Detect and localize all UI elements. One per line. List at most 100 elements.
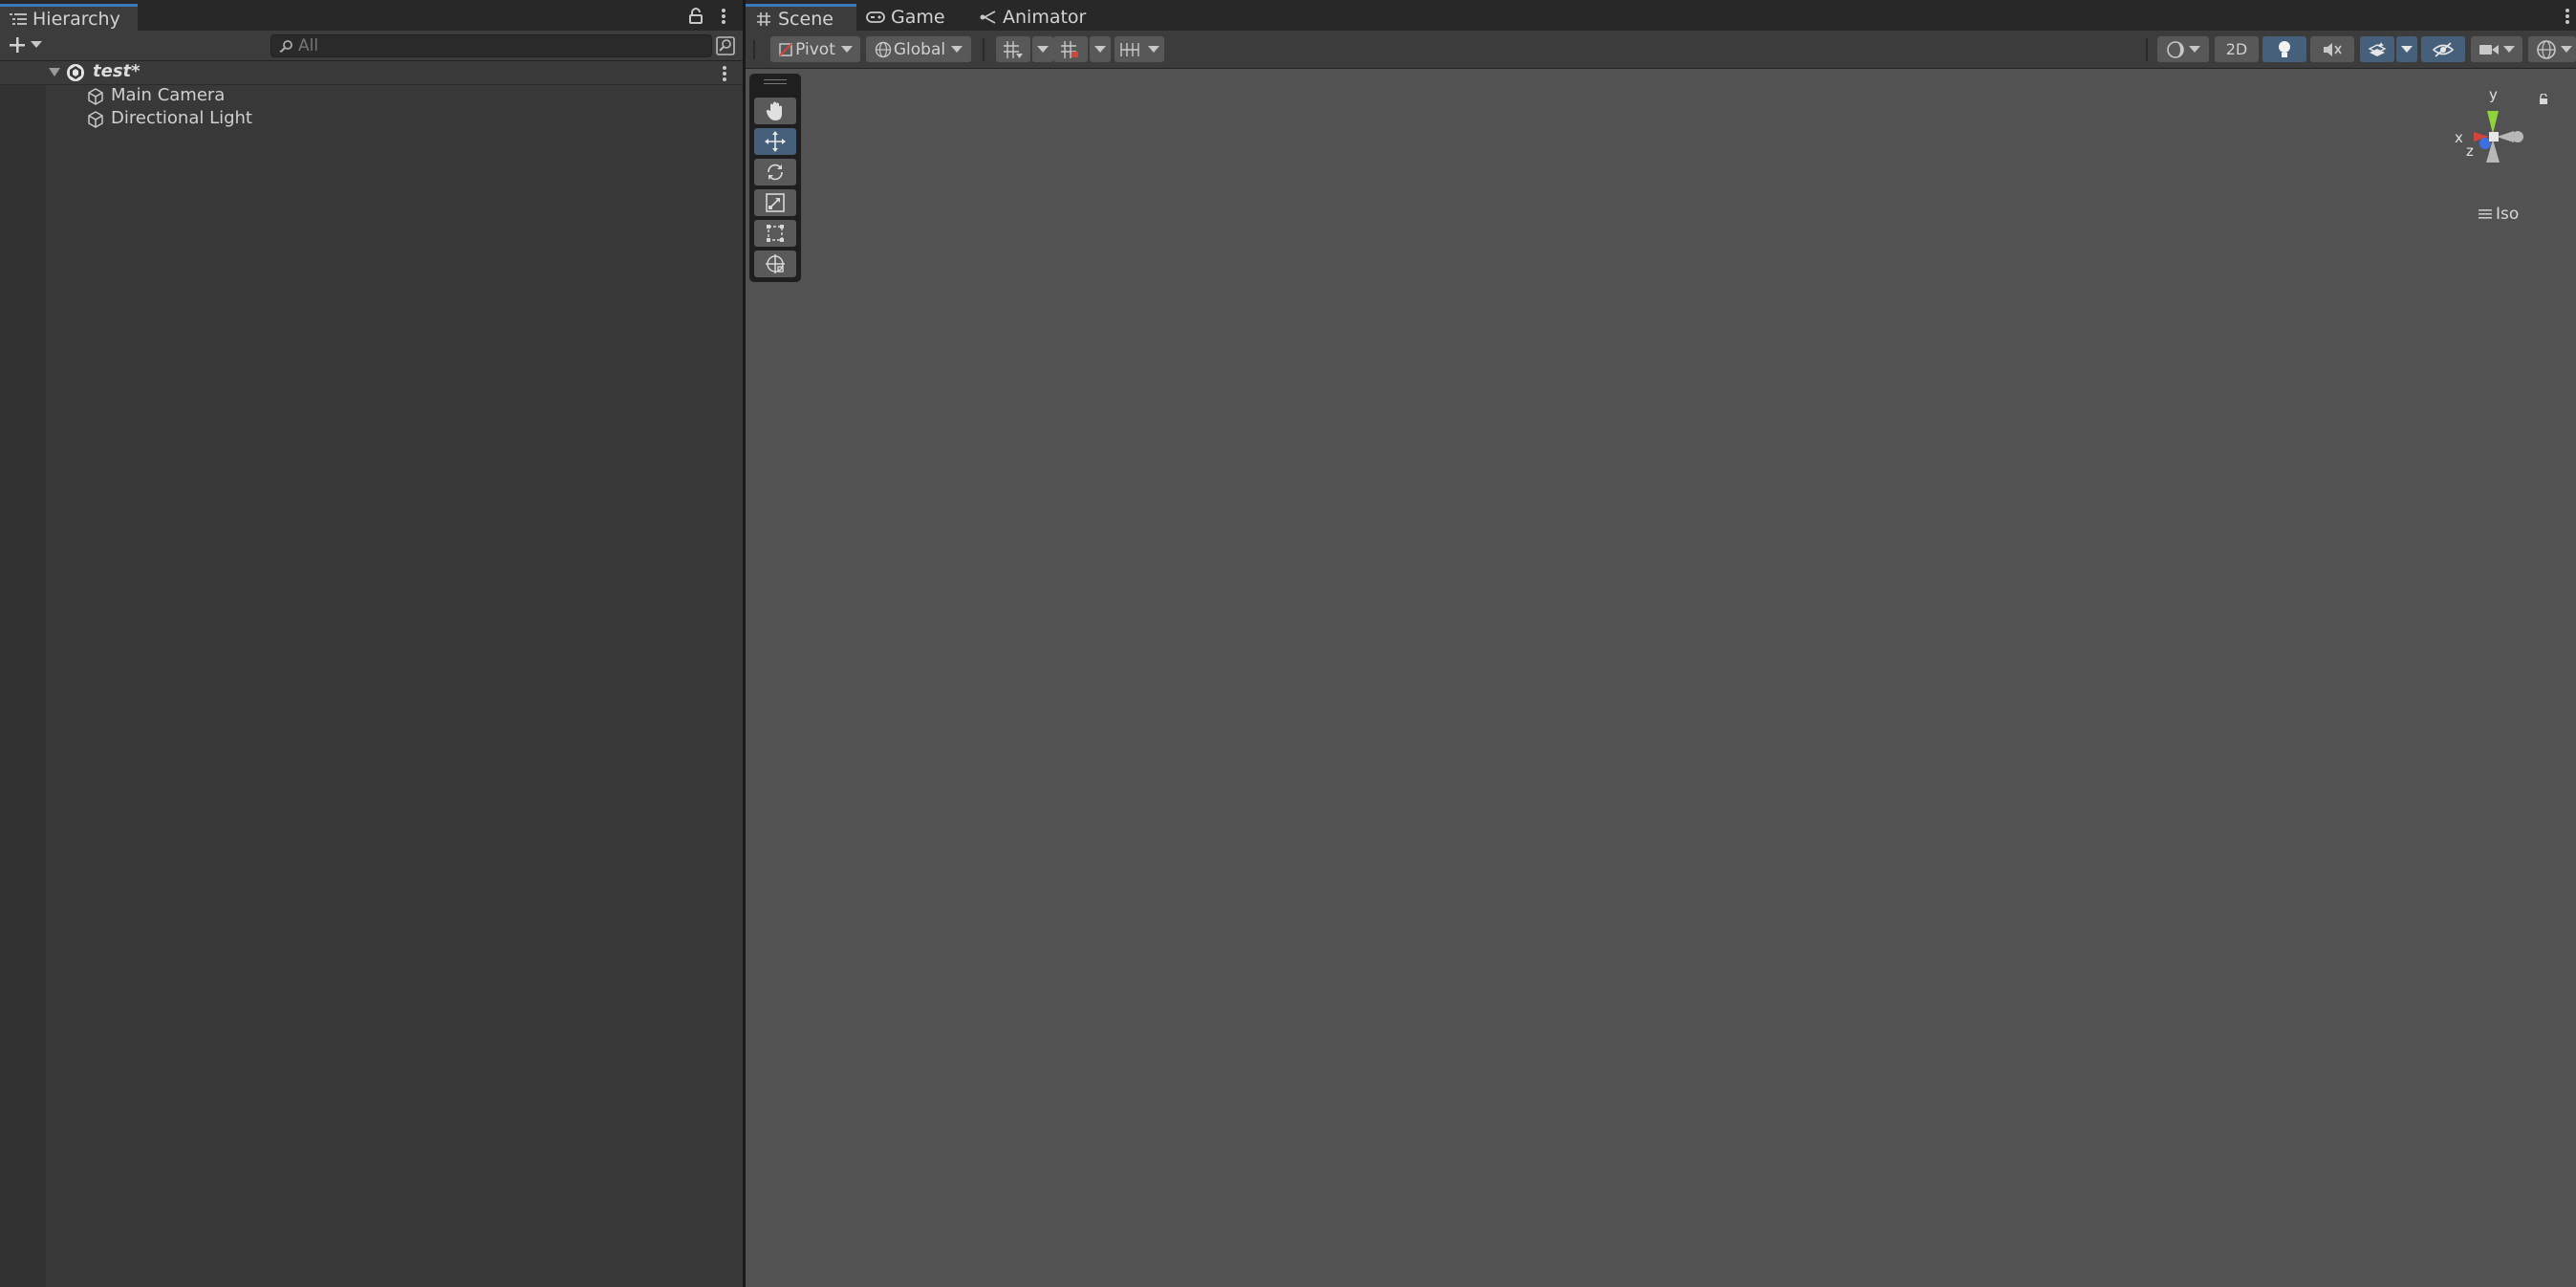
move-tool-button[interactable] xyxy=(754,128,796,155)
chevron-down-icon xyxy=(31,41,42,49)
gizmos-dropdown[interactable] xyxy=(2528,36,2576,62)
pivot-label: Pivot xyxy=(795,39,835,59)
light-icon xyxy=(2277,40,2292,59)
scene-viewport[interactable] xyxy=(746,69,2576,1287)
shading-icon xyxy=(2166,40,2185,59)
create-button[interactable] xyxy=(8,35,42,55)
camera-icon xyxy=(2479,43,2500,56)
hierarchy-search-field[interactable] xyxy=(271,34,712,57)
gizmos-icon xyxy=(2536,39,2557,60)
scene-row[interactable]: test* xyxy=(0,61,743,85)
projection-toggle[interactable]: Iso xyxy=(2479,205,2519,224)
gizmo-y-axis[interactable] xyxy=(2487,111,2499,134)
2d-mode-button[interactable]: 2D xyxy=(2215,36,2259,62)
orientation-gizmo[interactable]: y x z xyxy=(2447,84,2552,189)
effects-icon xyxy=(2368,41,2387,58)
chevron-down-icon xyxy=(1148,45,1159,54)
lock-icon[interactable] xyxy=(689,8,703,24)
tab-animator[interactable]: Animator xyxy=(965,4,1099,31)
chevron-down-icon xyxy=(1037,45,1049,54)
hierarchy-toolbar xyxy=(0,31,743,61)
gizmo-center[interactable] xyxy=(2489,132,2499,142)
move-tool-icon xyxy=(764,130,787,153)
rect-tool-icon xyxy=(765,223,786,244)
grid-visibility-dropdown[interactable] xyxy=(1090,36,1111,62)
grid-snap-button[interactable] xyxy=(996,36,1030,62)
scale-tool-button[interactable] xyxy=(754,189,796,216)
hierarchy-tab[interactable]: Hierarchy xyxy=(0,4,138,31)
chevron-down-icon xyxy=(1094,45,1106,54)
toolbar-grip[interactable] xyxy=(753,40,755,59)
chevron-down-icon xyxy=(2503,45,2515,54)
grid-icon xyxy=(1060,40,1081,59)
transform-tool-icon xyxy=(764,252,787,275)
hierarchy-tab-label: Hierarchy xyxy=(32,8,120,30)
visibility-icon xyxy=(2432,41,2455,58)
rotate-tool-button[interactable] xyxy=(754,159,796,185)
tab-scene[interactable]: Scene xyxy=(746,4,856,31)
scene-visibility-button[interactable] xyxy=(2421,36,2465,62)
transform-tool-button[interactable] xyxy=(754,251,796,277)
kebab-icon[interactable] xyxy=(2565,8,2570,25)
tab-label: Scene xyxy=(778,8,833,30)
scale-tool-icon xyxy=(765,192,786,213)
snap-increment-button[interactable] xyxy=(1115,36,1164,62)
scene-audio-button[interactable] xyxy=(2310,36,2354,62)
search-input[interactable] xyxy=(294,36,681,55)
foldout-arrow-icon[interactable] xyxy=(49,68,60,77)
gameobject-icon xyxy=(86,87,105,106)
gizmo-x-label: x xyxy=(2455,129,2463,146)
chevron-down-icon xyxy=(2189,45,2200,54)
hierarchy-gutter xyxy=(0,61,46,1287)
tools-overlay xyxy=(749,74,801,282)
list-icon xyxy=(10,12,27,26)
rect-tool-button[interactable] xyxy=(754,220,796,247)
draw-mode-dropdown[interactable] xyxy=(2157,36,2209,62)
tab-label: Game xyxy=(891,7,945,28)
menu-icon xyxy=(2479,208,2492,220)
scene-toolbar: Pivot Global 2D xyxy=(746,31,2576,69)
hash-icon xyxy=(757,11,770,26)
pivot-dropdown[interactable]: Pivot xyxy=(770,36,860,62)
chevron-down-icon xyxy=(840,45,853,54)
toolbar-separator xyxy=(2146,38,2148,61)
tab-label: Animator xyxy=(1003,7,1087,28)
grid-visibility-button[interactable] xyxy=(1053,36,1088,62)
hand-tool-icon xyxy=(765,100,786,121)
scene-panel: Scene Game Animator Pivot Global 2D y x … xyxy=(746,0,2576,1287)
hierarchy-panel: Hierarchy All test* Main Camera Directio… xyxy=(0,0,743,1287)
hierarchy-item-main-camera[interactable]: Main Camera xyxy=(0,85,743,108)
hand-tool-button[interactable] xyxy=(754,98,796,124)
projection-label: Iso xyxy=(2496,205,2520,224)
pivot-icon xyxy=(778,42,793,57)
global-dropdown[interactable]: Global xyxy=(866,36,971,62)
overlay-grip[interactable] xyxy=(764,79,787,84)
gizmo-lock-icon[interactable] xyxy=(2539,94,2548,105)
gizmo-neg-x-axis[interactable] xyxy=(2497,131,2523,142)
hierarchy-item-label: Main Camera xyxy=(111,85,226,105)
gamepad-icon xyxy=(866,11,885,23)
hierarchy-item-directional-light[interactable]: Directional Light xyxy=(0,108,743,131)
scene-tab-bar: Scene Game Animator xyxy=(746,0,2576,31)
scene-effects-button[interactable] xyxy=(2360,36,2394,62)
search-icon xyxy=(279,39,294,53)
kebab-icon[interactable] xyxy=(722,65,727,82)
tab-game[interactable]: Game xyxy=(856,4,965,31)
grid-snap-icon xyxy=(1003,40,1024,59)
scene-lighting-button[interactable] xyxy=(2262,36,2306,62)
plus-icon xyxy=(8,35,27,55)
chevron-down-icon xyxy=(951,45,963,54)
scene-camera-dropdown[interactable] xyxy=(2471,36,2522,62)
snap-increment-icon xyxy=(1119,41,1144,58)
animator-icon xyxy=(980,11,997,24)
globe-icon xyxy=(875,41,892,58)
grid-snap-dropdown[interactable] xyxy=(1032,36,1053,62)
2d-mode-label: 2D xyxy=(2225,40,2248,58)
scene-effects-dropdown[interactable] xyxy=(2396,36,2417,62)
audio-icon xyxy=(2322,41,2343,58)
gizmo-z-label: z xyxy=(2466,142,2474,160)
scene-search-icon[interactable] xyxy=(716,36,735,55)
gizmo-y-label: y xyxy=(2489,86,2498,103)
global-label: Global xyxy=(893,39,946,59)
kebab-icon[interactable] xyxy=(721,8,726,25)
